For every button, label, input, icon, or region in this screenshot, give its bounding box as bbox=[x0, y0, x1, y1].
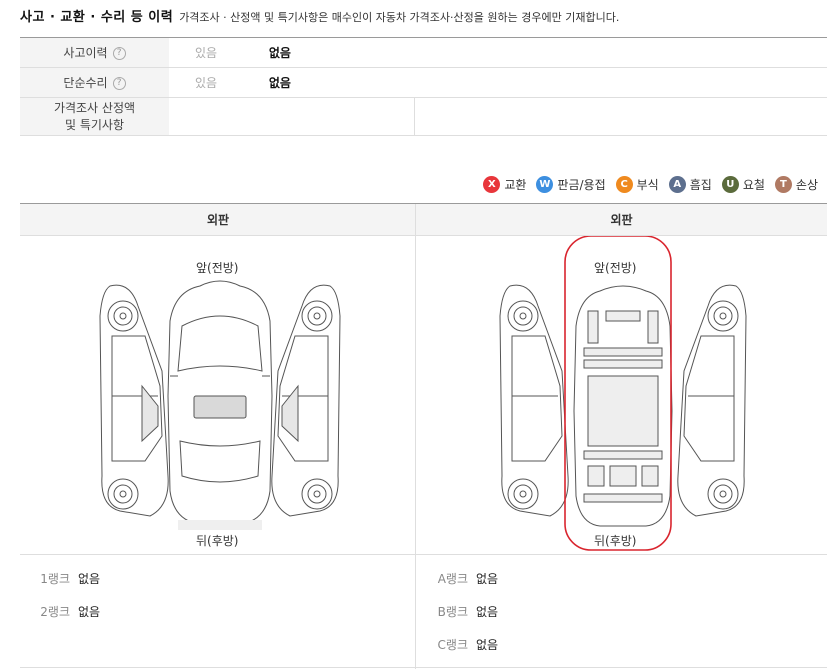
accident-history-value: 있음 없음 bbox=[169, 37, 827, 68]
legend-label: 부식 bbox=[636, 178, 659, 192]
legend-dent: U 요철 bbox=[721, 176, 765, 193]
help-icon[interactable]: ? bbox=[112, 77, 126, 90]
rank-label: 1랭크 bbox=[40, 572, 70, 586]
price-notes-label: 가격조사 산정액 및 특기사항 bbox=[20, 97, 169, 136]
legend-damage: T 손상 bbox=[774, 176, 818, 193]
rank-row-2: 2랭크 없음 bbox=[30, 603, 100, 620]
help-icon[interactable]: ? bbox=[112, 47, 126, 60]
exchange-icon: X bbox=[483, 176, 501, 193]
rank-label: 2랭크 bbox=[40, 605, 70, 619]
rank-row-a: A랭크 없음 bbox=[428, 570, 498, 587]
corrosion-icon: C bbox=[615, 176, 633, 193]
simple-repair-label-cell: 단순수리? bbox=[20, 67, 169, 98]
price-notes-extra bbox=[413, 97, 827, 136]
price-notes-value bbox=[169, 97, 414, 136]
accident-history-label-cell: 사고이력? bbox=[20, 37, 169, 68]
legend-label: 요철 bbox=[742, 178, 765, 192]
panel-header: 외판 외판 bbox=[20, 204, 827, 236]
rank-value: 없음 bbox=[476, 638, 499, 652]
right-panel-title: 외판 bbox=[610, 213, 633, 227]
rank-label: B랭크 bbox=[437, 605, 468, 619]
accident-history-yes: 있음 bbox=[195, 46, 218, 60]
exterior-car-diagram[interactable] bbox=[90, 276, 350, 531]
accident-history-row: 사고이력? 있음 없음 bbox=[20, 37, 827, 68]
legend-label: 교환 bbox=[504, 178, 527, 192]
rank-value: 없음 bbox=[476, 572, 499, 586]
dent-icon: U bbox=[721, 176, 739, 193]
price-notes-label-line1: 가격조사 산정액 bbox=[53, 100, 136, 115]
rank-divider bbox=[20, 554, 827, 555]
price-notes-row: 가격조사 산정액 및 특기사항 bbox=[20, 97, 827, 136]
scratch-icon: A bbox=[668, 176, 686, 193]
rank-row-1: 1랭크 없음 bbox=[30, 570, 100, 587]
sheet-metal-icon: W bbox=[536, 176, 554, 193]
left-back-label: 뒤(후방) bbox=[196, 534, 239, 548]
section-subtitle: 가격조사 · 산정액 및 특기사항은 매수인이 자동차 가격조사·산정을 원하는… bbox=[179, 11, 620, 24]
accident-history-label: 사고이력 bbox=[63, 46, 108, 60]
legend-exchange: X 교환 bbox=[483, 176, 526, 193]
history-info-table: 사고이력? 있음 없음 단순수리? 있음 없음 가격조사 산정액 및 특기사항 bbox=[20, 37, 827, 136]
frame-car-diagram[interactable] bbox=[488, 236, 758, 551]
rank-row-c: C랭크 없음 bbox=[428, 636, 499, 653]
section-title: 사고 · 교환 · 수리 등 이력 bbox=[20, 10, 174, 25]
damage-icon: T bbox=[774, 176, 792, 193]
rank-value: 없음 bbox=[78, 572, 101, 586]
damage-legend: X 교환 W 판금/용접 C 부식 A 흠집 U 요철 T 손상 bbox=[473, 176, 818, 193]
legend-corrosion: C 부식 bbox=[615, 176, 659, 193]
rank-row-b: B랭크 없음 bbox=[428, 603, 498, 620]
simple-repair-label: 단순수리 bbox=[63, 76, 108, 90]
rank-value: 없음 bbox=[78, 605, 101, 619]
legend-label: 흠집 bbox=[689, 178, 712, 192]
panel-divider bbox=[415, 204, 416, 669]
legend-scratch: A 흠집 bbox=[668, 176, 712, 193]
legend-label: 손상 bbox=[795, 178, 818, 192]
simple-repair-value: 있음 없음 bbox=[169, 67, 827, 98]
left-panel-title: 외판 bbox=[206, 213, 230, 227]
car-diagram-panel: 외판 외판 앞(전방) 뒤(후방) 앞(전방) 뒤(후방) 1랭크 없음 2랭크… bbox=[20, 203, 827, 669]
legend-sheet-metal: W 판금/용접 bbox=[536, 176, 606, 193]
price-notes-label-line2: 및 특기사항 bbox=[64, 117, 124, 132]
simple-repair-row: 단순수리? 있음 없음 bbox=[20, 67, 827, 98]
left-front-label: 앞(전방) bbox=[196, 261, 239, 275]
rank-label: C랭크 bbox=[437, 638, 468, 652]
section-title-row: 사고 · 교환 · 수리 등 이력 가격조사 · 산정액 및 특기사항은 매수인… bbox=[20, 6, 619, 26]
simple-repair-no: 없음 bbox=[268, 76, 291, 90]
rank-label: A랭크 bbox=[437, 572, 468, 586]
accident-history-no: 없음 bbox=[268, 46, 291, 60]
simple-repair-yes: 있음 bbox=[195, 76, 218, 90]
legend-label: 판금/용접 bbox=[557, 178, 606, 192]
rank-value: 없음 bbox=[476, 605, 499, 619]
